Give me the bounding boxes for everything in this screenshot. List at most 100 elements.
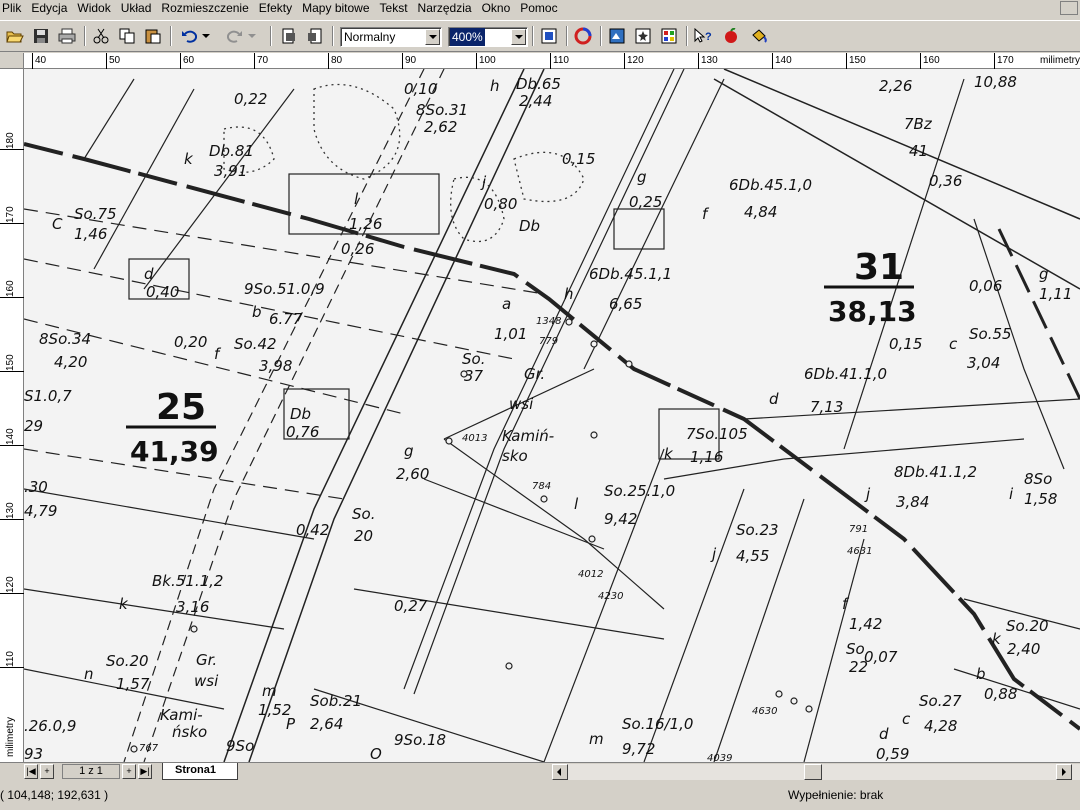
ruler-corner[interactable] bbox=[0, 53, 24, 69]
print-icon[interactable] bbox=[56, 25, 78, 47]
map-label: So. bbox=[352, 505, 375, 523]
page-tab-strona1[interactable]: Strona1 bbox=[162, 763, 238, 780]
redo-icon[interactable] bbox=[224, 25, 246, 47]
map-label: 4,55 bbox=[736, 547, 769, 565]
map-label: 3,91 bbox=[214, 162, 247, 180]
toolbar-separator bbox=[170, 26, 172, 46]
map-label: 2,60 bbox=[396, 465, 429, 483]
map-label: d bbox=[769, 390, 779, 408]
first-page-button[interactable]: |◀ bbox=[24, 764, 38, 779]
map-label: 767 bbox=[139, 743, 159, 754]
map-label: 4,28 bbox=[924, 717, 957, 735]
map-label: 0,26 bbox=[341, 240, 374, 258]
map-label: 1,26 bbox=[349, 215, 382, 233]
map-label: 9,72 bbox=[622, 740, 655, 758]
export-icon[interactable] bbox=[304, 25, 326, 47]
menu-edit[interactable]: Edycja bbox=[26, 1, 72, 15]
toolbar-separator bbox=[600, 26, 602, 46]
palette-icon[interactable] bbox=[658, 25, 680, 47]
scroll-right-icon[interactable] bbox=[1056, 764, 1072, 780]
toolbar-separator bbox=[84, 26, 86, 46]
map-label: 4,79 bbox=[24, 502, 57, 520]
menu-window[interactable]: Okno bbox=[477, 1, 516, 15]
zoom-combo[interactable]: 400% bbox=[448, 27, 528, 47]
map-label: 6Db.45.1,1 bbox=[589, 265, 672, 283]
menu-effects[interactable]: Efekty bbox=[254, 1, 297, 15]
map-label: 1,42 bbox=[849, 615, 882, 633]
add-page-after-button[interactable]: + bbox=[122, 764, 136, 779]
map-label: 0,06 bbox=[969, 277, 1002, 295]
menu-bitmaps[interactable]: Mapy bitowe bbox=[297, 1, 374, 15]
map-label: h bbox=[564, 285, 574, 303]
map-label: g bbox=[637, 168, 647, 186]
last-page-button[interactable]: ▶| bbox=[138, 764, 152, 779]
toolbar-separator bbox=[686, 26, 688, 46]
map-label: g bbox=[1039, 265, 1049, 283]
map-label: 2,40 bbox=[1007, 640, 1040, 658]
chevron-down-icon[interactable] bbox=[425, 29, 440, 45]
undo-dropdown-icon[interactable] bbox=[200, 25, 212, 47]
apple-icon[interactable] bbox=[720, 25, 742, 47]
map-label: 791 bbox=[849, 524, 868, 535]
map-label: 0,36 bbox=[929, 172, 962, 190]
symbols-icon[interactable] bbox=[632, 25, 654, 47]
map-label: 3,16 bbox=[176, 598, 209, 616]
menu-tools[interactable]: Narzędzia bbox=[413, 1, 477, 15]
map-label: d bbox=[144, 265, 154, 283]
horizontal-scrollbar[interactable] bbox=[552, 764, 1080, 780]
menu-layout[interactable]: Układ bbox=[116, 1, 157, 15]
menu-view[interactable]: Widok bbox=[72, 1, 115, 15]
toolbar-separator bbox=[566, 26, 568, 46]
map-label: 4630 bbox=[752, 706, 777, 717]
map-label: 0,42 bbox=[296, 521, 329, 539]
mdi-close-button[interactable] bbox=[1060, 1, 1078, 15]
map-label: wsi bbox=[509, 395, 534, 413]
map-label: 4,20 bbox=[54, 353, 87, 371]
map-label: 1,16 bbox=[690, 448, 723, 466]
redo-dropdown-icon[interactable] bbox=[246, 25, 258, 47]
map-label: k bbox=[664, 445, 674, 463]
map-label: 0,27 bbox=[394, 597, 428, 615]
map-label: 779 bbox=[539, 336, 558, 347]
map-label: So.25.1,0 bbox=[604, 482, 675, 500]
map-label: 0,22 bbox=[234, 90, 267, 108]
fill-status: Wypełnienie: brak bbox=[788, 788, 884, 802]
scroll-thumb[interactable] bbox=[804, 764, 822, 780]
scroll-left-icon[interactable] bbox=[552, 764, 568, 780]
toolbox-icon[interactable] bbox=[606, 25, 628, 47]
menu-arrange[interactable]: Rozmieszczenie bbox=[156, 1, 253, 15]
map-label: c bbox=[949, 335, 958, 353]
map-label: So. bbox=[462, 350, 485, 368]
map-label: 0,80 bbox=[484, 195, 517, 213]
vertical-ruler[interactable]: 180 170 160 150 140 130 120 110 milimetr… bbox=[0, 69, 24, 762]
save-icon[interactable] bbox=[30, 25, 52, 47]
chevron-down-icon[interactable] bbox=[511, 29, 526, 45]
copy-icon[interactable] bbox=[116, 25, 138, 47]
menu-text[interactable]: Tekst bbox=[375, 1, 413, 15]
map-label: j bbox=[480, 173, 487, 191]
paint-bucket-icon[interactable] bbox=[748, 25, 770, 47]
drawing-canvas[interactable]: 0,22 k Db.81 3,91 C So.75 1,46 0,10 8So.31 2,62 h D… bbox=[24, 69, 1080, 762]
zoom-fit-icon[interactable] bbox=[538, 25, 560, 47]
map-label: 1,46 bbox=[74, 225, 107, 243]
help-icon[interactable]: ? bbox=[692, 25, 714, 47]
open-icon[interactable] bbox=[4, 25, 26, 47]
ruler-unit: milimetry bbox=[1040, 55, 1080, 66]
undo-icon[interactable] bbox=[178, 25, 200, 47]
cut-icon[interactable] bbox=[90, 25, 112, 47]
map-label: a bbox=[502, 295, 511, 313]
map-label: ńsko bbox=[172, 723, 207, 741]
map-label: g bbox=[404, 442, 414, 460]
paste-icon[interactable] bbox=[142, 25, 164, 47]
menu-file[interactable]: Plik bbox=[0, 1, 26, 15]
import-icon[interactable] bbox=[278, 25, 300, 47]
color-wheel-icon[interactable] bbox=[572, 25, 594, 47]
map-label: 4013 bbox=[462, 433, 487, 444]
menu-help[interactable]: Pomoc bbox=[515, 1, 562, 15]
zoom-value: 400% bbox=[450, 28, 485, 46]
map-label: 0,15 bbox=[889, 335, 922, 353]
style-combo[interactable]: Normalny bbox=[340, 27, 442, 47]
toolbar-separator bbox=[332, 26, 334, 46]
add-page-before-button[interactable]: + bbox=[40, 764, 54, 779]
horizontal-ruler[interactable]: 40 50 60 70 80 90 100 110 120 130 140 15… bbox=[24, 53, 1080, 69]
